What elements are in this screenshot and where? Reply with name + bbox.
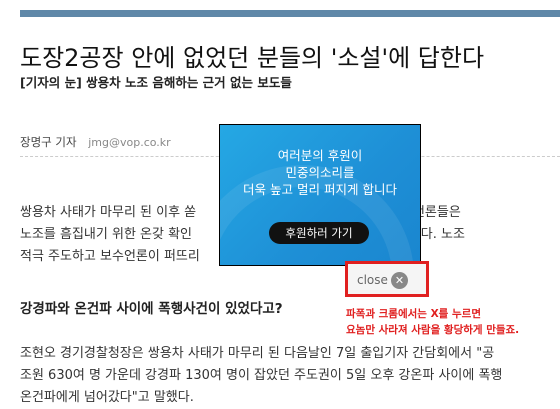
ad-text-line: 여러분의 후원이 — [277, 148, 363, 163]
author-email[interactable]: jmg@vop.co.kr — [88, 136, 170, 149]
section-heading: 강경파와 온건파 사이에 폭행사건이 있었다고? — [20, 301, 283, 317]
ad-text-line: 더욱 높고 멀리 퍼지게 합니다 — [243, 182, 397, 197]
author-name: 장명구 기자 — [20, 135, 77, 149]
close-highlight-box: close ✕ — [345, 261, 429, 297]
ad-close-button[interactable]: close ✕ — [357, 270, 408, 290]
paragraph-line: 조현오 경기경찰청장은 쌍용차 사태가 마무리 된 다음날인 7일 출입기자 간… — [20, 346, 495, 361]
donate-button[interactable]: 후원하러 가기 — [269, 222, 369, 244]
paragraph-line: 조원 630여 명 가운데 강경파 130여 명이 잡았던 주도권이 5일 오후… — [20, 368, 503, 383]
annotation-line-1: 파폭과 크롬에서는 X를 누르면 — [346, 308, 481, 320]
close-label: close — [357, 273, 388, 287]
top-accent-bar — [20, 10, 560, 17]
annotation-line-2: 요놈만 사라져 사람을 황당하게 만들죠. — [346, 324, 520, 336]
article-subheadline: [기자의 눈] 쌍용차 노조 음해하는 근거 없는 보도들 — [20, 75, 292, 90]
article-headline: 도장2공장 안에 없었던 분들의 '소설'에 답한다 — [20, 44, 485, 72]
article-byline: 장명구 기자 jmg@vop.co.kr — [20, 134, 171, 150]
paragraph-line: 온건파에게 넘어갔다"고 말했다. — [20, 390, 194, 405]
ad-text-line: 민중의소리를 — [285, 165, 355, 180]
article-paragraph-2: 조현오 경기경찰청장은 쌍용차 사태가 마무리 된 다음날인 7일 출입기자 간… — [20, 343, 560, 409]
donation-ad-popup[interactable]: 여러분의 후원이 민중의소리를 더욱 높고 멀리 퍼지게 합니다 후원하러 가기 — [219, 124, 421, 266]
close-icon[interactable]: ✕ — [390, 271, 408, 289]
